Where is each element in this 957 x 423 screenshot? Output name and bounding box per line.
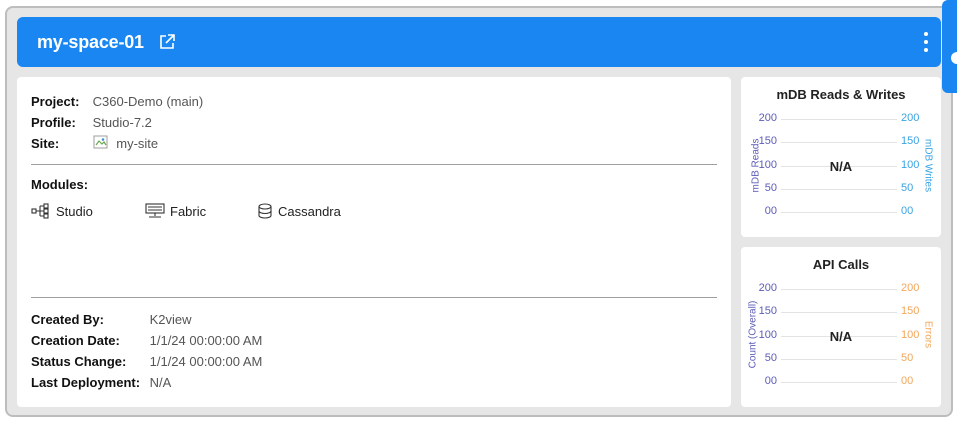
module-cassandra: Cassandra — [257, 203, 341, 219]
space-title: my-space-01 — [37, 31, 144, 52]
api-gridline — [781, 312, 897, 313]
last-deployment-row: Last Deployment: N/A — [31, 375, 171, 390]
details-panel: Project: C360-Demo (main) Profile: Studi… — [17, 77, 731, 407]
last-deployment-label: Last Deployment: — [31, 375, 141, 390]
created-by-value: K2view — [149, 312, 192, 327]
server-icon — [145, 203, 165, 218]
rw-status: N/A — [829, 159, 853, 174]
modules-label: Modules: — [31, 177, 89, 192]
module-cassandra-label: Cassandra — [278, 203, 341, 219]
project-label: Project: — [31, 94, 80, 109]
created-by-label: Created By: — [31, 312, 104, 327]
space-header: my-space-01 — [17, 17, 941, 67]
profile-row: Profile: Studio-7.2 — [31, 115, 152, 130]
last-deployment-value: N/A — [149, 375, 172, 390]
rw-gridline — [781, 212, 897, 213]
profile-label: Profile: — [31, 115, 76, 130]
api-gridline — [781, 382, 897, 383]
rw-gridline — [781, 142, 897, 143]
api-calls-title: API Calls — [812, 257, 870, 272]
rw-gridline — [781, 189, 897, 190]
module-studio-label: Studio — [56, 203, 93, 219]
network-icon — [31, 203, 49, 219]
api-right-tick: 200 — [901, 282, 920, 294]
modules-label-row: Modules: — [31, 177, 88, 192]
creation-date-label: Creation Date: — [31, 333, 120, 348]
project-row: Project: C360-Demo (main) — [31, 94, 203, 109]
project-value: C360-Demo (main) — [92, 94, 204, 109]
more-vertical-icon[interactable] — [923, 32, 929, 52]
rw-gridline — [781, 119, 897, 120]
api-status: N/A — [829, 329, 853, 344]
database-icon — [258, 203, 272, 219]
creation-date-row: Creation Date: 1/1/24 00:00:00 AM — [31, 333, 262, 348]
broken-image-icon — [93, 135, 108, 149]
creation-date-value: 1/1/24 00:00:00 AM — [149, 333, 263, 348]
api-left-tick: 00 — [764, 375, 777, 387]
api-right-tick: 50 — [901, 352, 914, 364]
external-link-icon[interactable] — [158, 33, 176, 51]
created-by-row: Created By: K2view — [31, 312, 192, 327]
rw-right-tick: 00 — [901, 205, 914, 217]
rw-left-tick: 00 — [764, 205, 777, 217]
rw-right-tick: 150 — [901, 135, 920, 147]
site-row: Site: my-site — [31, 135, 158, 151]
status-change-label: Status Change: — [31, 354, 127, 369]
status-change-row: Status Change: 1/1/24 00:00:00 AM — [31, 354, 262, 369]
status-change-value: 1/1/24 00:00:00 AM — [149, 354, 263, 369]
divider-bottom — [31, 297, 717, 298]
api-calls-chart: API Calls 200 150 100 50 00 200 150 100 … — [741, 247, 941, 407]
chat-icon — [951, 52, 957, 64]
module-fabric: Fabric — [145, 203, 206, 219]
api-right-tick: 00 — [901, 375, 914, 387]
module-fabric-label: Fabric — [170, 203, 207, 219]
api-gridline — [781, 359, 897, 360]
api-left-tick: 200 — [758, 282, 777, 294]
module-studio: Studio — [31, 203, 93, 219]
rw-right-tick: 50 — [901, 182, 914, 194]
divider-top — [31, 164, 717, 165]
rw-left-tick: 200 — [758, 112, 777, 124]
reads-writes-title: mDB Reads & Writes — [776, 87, 906, 102]
side-chat-tab[interactable] — [942, 0, 957, 93]
api-gridline — [781, 289, 897, 290]
site-value: my-site — [116, 136, 159, 151]
api-right-tick: 150 — [901, 305, 920, 317]
profile-value: Studio-7.2 — [92, 115, 152, 130]
reads-writes-chart: mDB Reads & Writes 200 150 100 50 00 200… — [741, 77, 941, 237]
site-label: Site: — [31, 136, 60, 151]
rw-right-tick: 200 — [901, 112, 920, 124]
